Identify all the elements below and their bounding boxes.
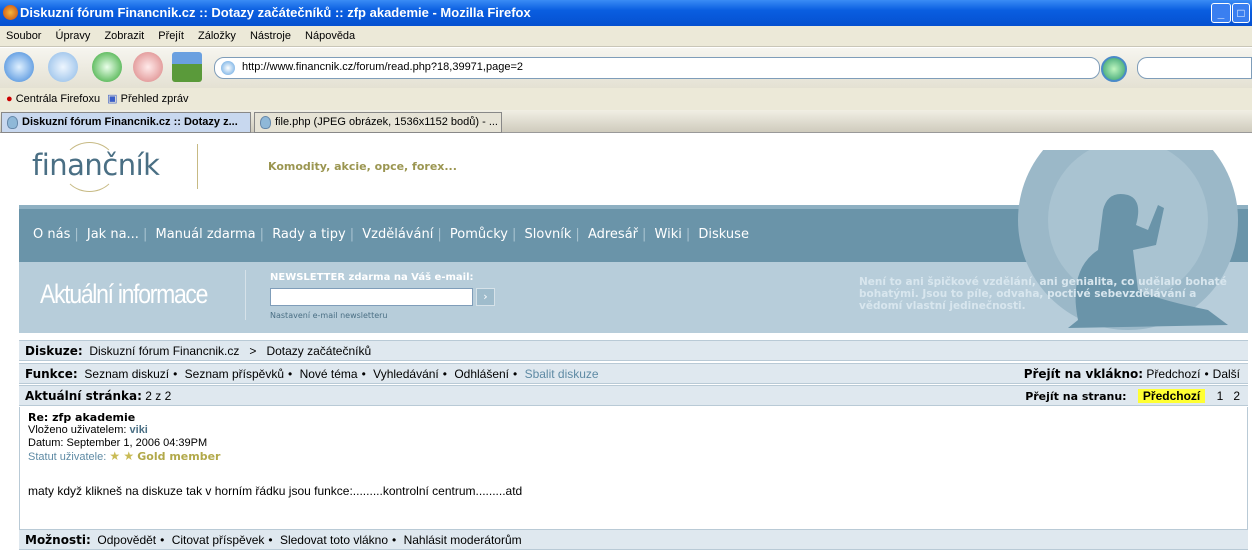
nav-manual[interactable]: Manuál zdarma xyxy=(155,227,255,242)
funkce-label: Funkce: xyxy=(25,367,78,381)
tab-bar: Diskuzní fórum Financnik.cz :: Dotazy z.… xyxy=(0,110,1252,133)
bookmark-prehled[interactable]: Přehled zpráv xyxy=(121,93,189,105)
options-label: Možnosti: xyxy=(25,533,91,547)
breadcrumb: Diskuze: Diskuzní fórum Financnik.cz > D… xyxy=(19,340,1248,361)
menu-nastroje[interactable]: Nástroje xyxy=(250,30,291,42)
functions-bar: Funkce: Seznam diskuzí • Seznam příspěvků… xyxy=(19,363,1248,384)
window-titlebar: Diskuzní fórum Financnik.cz :: Dotazy za… xyxy=(0,0,1252,26)
minimize-button[interactable]: _ xyxy=(1211,3,1231,23)
link-odhlaseni[interactable]: Odhlášení xyxy=(454,367,509,381)
newsletter-settings-link[interactable]: Nastavení e-mail newsletteru xyxy=(270,311,387,320)
options-bar: Možnosti: Odpovědět • Citovat příspěvek • … xyxy=(19,529,1248,550)
thread-prev-link[interactable]: Předchozí xyxy=(1146,367,1200,381)
crumb-category[interactable]: Dotazy začátečníků xyxy=(266,344,371,358)
reload-icon[interactable] xyxy=(92,52,122,82)
tab-favicon xyxy=(7,116,18,129)
site-icon xyxy=(221,61,235,75)
info-title: Aktuální informace xyxy=(40,279,208,309)
menu-zobrazit[interactable]: Zobrazit xyxy=(104,30,144,42)
forward-icon[interactable] xyxy=(48,52,78,82)
page-2-link[interactable]: 2 xyxy=(1233,389,1240,403)
crumb-separator: > xyxy=(249,344,257,358)
menu-zalozky[interactable]: Záložky xyxy=(198,30,236,42)
link-nove-tema[interactable]: Nové téma xyxy=(300,367,358,381)
info-band: Aktuální informace NEWSLETTER zdarma na … xyxy=(19,150,1248,333)
go-icon[interactable] xyxy=(1101,56,1127,82)
tab-label: Diskuzní fórum Financnik.cz :: Dotazy z.… xyxy=(22,116,238,128)
author-label: Vloženo uživatelem: xyxy=(28,424,127,436)
prev-page-link[interactable]: Předchozí xyxy=(1137,389,1206,403)
site-slogan: Komodity, akcie, opce, forex... xyxy=(268,160,457,173)
goto-page-label: Přejít na stranu: xyxy=(1025,390,1127,403)
menu-prejit[interactable]: Přejít xyxy=(158,30,184,42)
author-link[interactable]: viki xyxy=(130,424,148,436)
post-title: Re: zfp akademie xyxy=(28,411,136,424)
star-icon: ★ ★ xyxy=(109,449,135,463)
newsletter-submit-button[interactable]: › xyxy=(476,288,495,306)
tab-label: file.php (JPEG obrázek, 1536x1152 bodů) … xyxy=(275,116,498,128)
report-link[interactable]: Nahlásit moderátorům xyxy=(404,533,522,547)
nav-slovnik[interactable]: Slovník xyxy=(525,227,572,242)
window-title: Diskuzní fórum Financnik.cz :: Dotazy za… xyxy=(20,5,531,20)
bookmark-centrala[interactable]: Centrála Firefoxu xyxy=(16,93,100,105)
url-bar[interactable]: http://www.financnik.cz/forum/read.php?1… xyxy=(214,57,1100,79)
diskuze-label: Diskuze: xyxy=(25,344,83,358)
navigation-toolbar: http://www.financnik.cz/forum/read.php?1… xyxy=(0,48,1252,88)
divider xyxy=(197,144,198,189)
home-icon[interactable] xyxy=(172,52,202,82)
reply-link[interactable]: Odpovědět xyxy=(97,533,156,547)
status-label: Statut uživatele: xyxy=(28,451,107,463)
thread-nav-label: Přejít na vklákno: xyxy=(1023,367,1144,381)
nav-jak-na[interactable]: Jak na... xyxy=(87,227,139,242)
tab-forum[interactable]: Diskuzní fórum Financnik.cz :: Dotazy z.… xyxy=(1,112,251,133)
nav-wiki[interactable]: Wiki xyxy=(655,227,682,242)
menu-bar: Soubor Úpravy Zobrazit Přejít Záložky Ná… xyxy=(0,26,1252,47)
page-1-link[interactable]: 1 xyxy=(1217,389,1224,403)
post-body: maty když klikneš na diskuze tak v horní… xyxy=(28,484,523,498)
stop-icon[interactable] xyxy=(133,52,163,82)
firefox-central-icon: ● xyxy=(6,93,13,105)
back-icon[interactable] xyxy=(4,52,34,82)
pagination-bar: Aktuální stránka: 2 z 2 Přejít na stranu… xyxy=(19,385,1248,406)
search-input[interactable] xyxy=(1137,57,1252,79)
menu-napoveda[interactable]: Nápověda xyxy=(305,30,355,42)
nav-rady[interactable]: Rady a tipy xyxy=(272,227,346,242)
bookmarks-toolbar: ● Centrála Firefoxu ▣ Přehled zpráv xyxy=(0,88,1252,110)
menu-upravy[interactable]: Úpravy xyxy=(56,30,91,42)
newsletter-label: NEWSLETTER zdarma na Váš e-mail: xyxy=(270,272,474,283)
divider xyxy=(245,270,246,320)
user-status: Gold member xyxy=(137,450,221,463)
link-seznam-diskuzi[interactable]: Seznam diskuzí xyxy=(84,367,169,381)
motto-quote: Není to ani špičkové vzdělání, ani genia… xyxy=(859,276,1227,312)
nav-diskuse[interactable]: Diskuse xyxy=(698,227,749,242)
follow-thread-link[interactable]: Sledovat toto vlákno xyxy=(280,533,388,547)
tab-favicon xyxy=(260,116,271,129)
firefox-icon xyxy=(3,5,18,20)
tab-image[interactable]: file.php (JPEG obrázek, 1536x1152 bodů) … xyxy=(254,112,502,133)
nav-vzdelavani[interactable]: Vzdělávání xyxy=(362,227,433,242)
newsletter-email-input[interactable] xyxy=(270,288,473,306)
nav-pomucky[interactable]: Pomůcky xyxy=(450,227,508,242)
link-sbalit-diskuze[interactable]: Sbalit diskuze xyxy=(525,367,599,381)
forum-post: Re: zfp akademie Vloženo uživatelem: vik… xyxy=(19,407,1248,529)
site-logo[interactable]: finančník xyxy=(32,148,160,182)
link-seznam-prispevku[interactable]: Seznam příspěvků xyxy=(185,367,284,381)
maximize-button[interactable]: □ xyxy=(1232,3,1250,23)
post-date: Datum: September 1, 2006 04:39PM xyxy=(28,437,208,449)
nav-o-nas[interactable]: O nás xyxy=(33,227,70,242)
crumb-forum[interactable]: Diskuzní fórum Financnik.cz xyxy=(89,344,239,358)
link-vyhledavani[interactable]: Vyhledávání xyxy=(373,367,439,381)
thread-next-link[interactable]: Další xyxy=(1213,367,1240,381)
quote-link[interactable]: Citovat příspěvek xyxy=(172,533,265,547)
nav-adresar[interactable]: Adresář xyxy=(588,227,638,242)
rss-icon: ▣ xyxy=(107,93,118,105)
url-text: http://www.financnik.cz/forum/read.php?1… xyxy=(242,61,523,73)
page-label: Aktuální stránka: xyxy=(25,389,142,403)
menu-soubor[interactable]: Soubor xyxy=(6,30,41,42)
page-value: 2 z 2 xyxy=(145,389,172,403)
